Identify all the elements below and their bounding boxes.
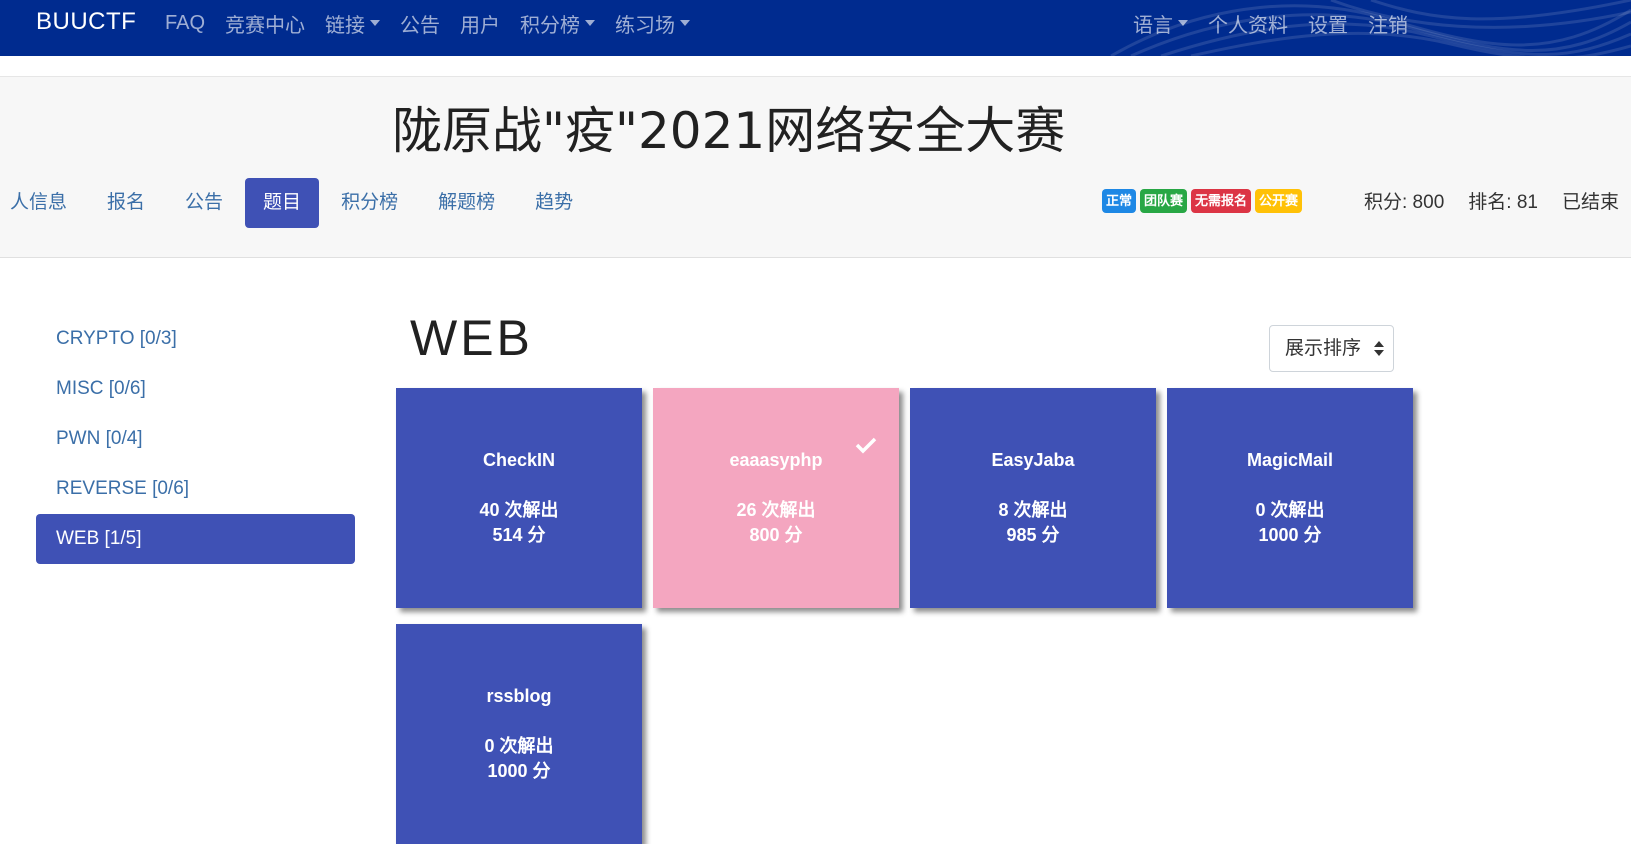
navbar-right-menu: 语言 个人资料 设置 注销 <box>1133 0 1428 46</box>
challenge-solves: 8 次解出 <box>998 500 1068 520</box>
check-icon <box>855 437 877 454</box>
nav-item-label: 链接 <box>325 14 366 37</box>
nav-item-6[interactable]: 练习场 <box>615 9 691 38</box>
challenge-solves: 26 次解出 <box>736 500 816 520</box>
contest-badges: 正常 团队赛 无需报名 公开赛 <box>1102 189 1306 213</box>
top-navbar: BUUCTF FAQ 竞赛中心 链接 公告 用户 积分榜 练习场 语言 个人资料 设置 注销 <box>0 0 1631 56</box>
nav-item-1[interactable]: 竞赛中心 <box>225 9 305 38</box>
caret-down-icon <box>370 20 381 26</box>
nav-item-label: 注销 <box>1368 14 1408 37</box>
category-title: WEB <box>410 310 533 366</box>
status-badge: 团队赛 <box>1140 189 1188 213</box>
status-badge: 正常 <box>1102 189 1137 213</box>
category-sidebar: CRYPTO [0/3] MISC [0/6] PWN [0/4] REVERSE [… <box>36 314 355 564</box>
nav-item-label: 练习场 <box>615 14 676 37</box>
challenge-points: 1000 分 <box>487 761 551 781</box>
challenge-name: MagicMail <box>1246 450 1334 470</box>
nav-item-label: 公告 <box>400 14 441 37</box>
tab-5[interactable]: 解题榜 <box>420 178 513 228</box>
challenge-name: rssblog <box>486 686 552 706</box>
challenge-points: 1000 分 <box>1258 525 1322 545</box>
contest-tabs: 人信息 报名 公告 题目 积分榜 解题榜 趋势 <box>0 178 595 228</box>
challenge-card[interactable]: MagicMail 0 次解出 1000 分 <box>1167 388 1413 608</box>
nav-item-2[interactable]: 设置 <box>1308 9 1348 38</box>
nav-item-0[interactable]: 语言 <box>1133 9 1188 38</box>
sidebar-item-2[interactable]: PWN [0/4] <box>36 414 355 464</box>
contest-stats: 积分: 800 排名: 81 已结束 <box>1364 185 1631 215</box>
nav-item-label: 语言 <box>1133 14 1173 37</box>
brand-logo[interactable]: BUUCTF <box>36 8 136 36</box>
score-text: 积分: 800 <box>1364 191 1445 213</box>
sort-select[interactable]: 展示排序 <box>1269 325 1394 372</box>
nav-item-3[interactable]: 注销 <box>1368 9 1408 38</box>
caret-down-icon <box>1178 20 1188 26</box>
navbar-left-menu: FAQ 竞赛中心 链接 公告 用户 积分榜 练习场 <box>165 0 710 46</box>
nav-item-2[interactable]: 链接 <box>325 9 381 38</box>
caret-down-icon <box>680 20 691 26</box>
challenge-points: 514 分 <box>492 525 546 545</box>
caret-down-icon <box>585 20 596 26</box>
nav-item-1[interactable]: 个人资料 <box>1208 9 1288 38</box>
challenge-card[interactable]: rssblog 0 次解出 1000 分 <box>396 624 642 844</box>
sidebar-item-0[interactable]: CRYPTO [0/3] <box>36 314 355 364</box>
tab-6[interactable]: 趋势 <box>517 178 591 228</box>
tab-3[interactable]: 题目 <box>245 178 320 228</box>
challenge-name: EasyJaba <box>991 450 1075 470</box>
nav-item-label: 设置 <box>1308 14 1348 37</box>
status-badge: 无需报名 <box>1191 189 1252 213</box>
challenge-name: CheckIN <box>482 450 556 470</box>
contest-header: 陇原战"疫"2021网络安全大赛 人信息 报名 公告 题目 积分榜 解题榜 趋势 正常 团队赛… <box>0 76 1631 258</box>
nav-item-label: FAQ <box>165 11 206 34</box>
select-arrows-icon <box>1373 339 1385 359</box>
tab-2[interactable]: 公告 <box>167 178 241 228</box>
challenge-points: 800 分 <box>749 525 803 545</box>
sort-select-value: 展示排序 <box>1285 338 1362 359</box>
status-text: 已结束 <box>1561 191 1619 213</box>
sidebar-item-1[interactable]: MISC [0/6] <box>36 364 355 414</box>
sidebar-item-3[interactable]: REVERSE [0/6] <box>36 464 355 514</box>
nav-item-3[interactable]: 公告 <box>400 9 440 38</box>
nav-item-label: 用户 <box>460 14 501 37</box>
nav-item-0[interactable]: FAQ <box>165 12 205 35</box>
status-badge: 公开赛 <box>1255 189 1303 213</box>
tab-1[interactable]: 报名 <box>89 178 163 228</box>
challenge-points: 985 分 <box>1006 525 1060 545</box>
challenge-solves: 40 次解出 <box>479 500 559 520</box>
tab-0[interactable]: 人信息 <box>0 178 85 228</box>
nav-item-label: 个人资料 <box>1208 14 1288 37</box>
nav-item-5[interactable]: 积分榜 <box>520 9 596 38</box>
contest-title: 陇原战"疫"2021网络安全大赛 <box>392 102 1066 160</box>
nav-item-label: 积分榜 <box>520 14 581 37</box>
challenge-card[interactable]: eaaasyphp 26 次解出 800 分 <box>653 388 899 608</box>
nav-item-label: 竞赛中心 <box>225 14 306 37</box>
challenge-card[interactable]: EasyJaba 8 次解出 985 分 <box>910 388 1156 608</box>
rank-text: 排名: 81 <box>1468 191 1538 213</box>
challenge-card[interactable]: CheckIN 40 次解出 514 分 <box>396 388 642 608</box>
nav-item-4[interactable]: 用户 <box>460 9 500 38</box>
tab-4[interactable]: 积分榜 <box>323 178 416 228</box>
challenge-solves: 0 次解出 <box>1255 500 1325 520</box>
challenge-solves: 0 次解出 <box>484 736 554 756</box>
sidebar-item-4[interactable]: WEB [1/5] <box>36 514 355 564</box>
